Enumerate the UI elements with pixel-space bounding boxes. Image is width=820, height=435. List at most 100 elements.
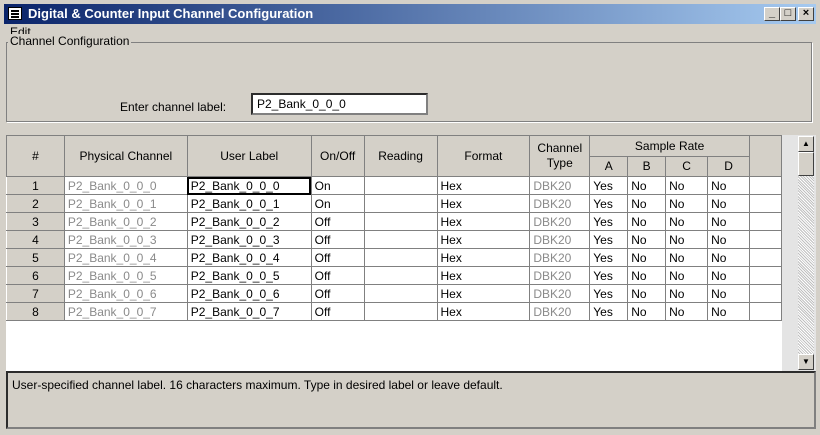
rate-c-cell[interactable]: No bbox=[665, 248, 709, 267]
rate-d-cell[interactable]: No bbox=[707, 248, 750, 267]
row-number: 2 bbox=[6, 194, 65, 213]
header-user-label[interactable]: User Label bbox=[186, 135, 312, 177]
rate-d-cell[interactable]: No bbox=[707, 302, 750, 321]
rate-d-cell[interactable]: No bbox=[707, 230, 750, 249]
reading-cell bbox=[363, 230, 438, 249]
row-number: 8 bbox=[6, 302, 65, 321]
minimize-button[interactable]: _ bbox=[764, 7, 780, 21]
rate-b-cell[interactable]: No bbox=[627, 266, 667, 285]
format-cell[interactable]: Hex bbox=[436, 194, 531, 213]
rate-d-cell[interactable]: No bbox=[707, 194, 750, 213]
rate-a-cell[interactable]: Yes bbox=[589, 248, 629, 267]
channel-type-cell: DBK20 bbox=[529, 212, 591, 231]
user-label-cell[interactable]: P2_Bank_0_0_6 bbox=[186, 284, 312, 303]
maximize-button[interactable]: □ bbox=[780, 7, 796, 21]
rate-a-cell[interactable]: Yes bbox=[589, 284, 629, 303]
on-off-cell[interactable]: On bbox=[310, 176, 365, 195]
on-off-cell[interactable]: Off bbox=[310, 248, 365, 267]
rate-c-cell[interactable]: No bbox=[665, 194, 709, 213]
rate-c-cell[interactable]: No bbox=[665, 302, 709, 321]
header-rate-a[interactable]: A bbox=[589, 155, 629, 177]
rate-a-cell[interactable]: Yes bbox=[589, 194, 629, 213]
rate-c-cell[interactable]: No bbox=[665, 212, 709, 231]
channel-type-cell: DBK20 bbox=[529, 248, 591, 267]
table-row[interactable]: 4 P2_Bank_0_0_3 P2_Bank_0_0_3 Off Hex DBK20 Ye… bbox=[6, 230, 782, 249]
scroll-track[interactable] bbox=[798, 176, 814, 354]
format-cell[interactable]: Hex bbox=[436, 266, 531, 285]
header-physical-channel[interactable]: Physical Channel bbox=[63, 135, 188, 177]
header-rate-d[interactable]: D bbox=[707, 155, 750, 177]
channel-type-cell: DBK20 bbox=[529, 284, 591, 303]
rate-a-cell[interactable]: Yes bbox=[589, 176, 629, 195]
format-cell[interactable]: Hex bbox=[436, 176, 531, 195]
table-row[interactable]: 3 P2_Bank_0_0_2 P2_Bank_0_0_2 Off Hex DBK20 Ye… bbox=[6, 212, 782, 231]
user-label-cell[interactable]: P2_Bank_0_0_7 bbox=[186, 302, 312, 321]
rate-b-cell[interactable]: No bbox=[627, 248, 667, 267]
scroll-thumb[interactable] bbox=[798, 152, 814, 176]
format-cell[interactable]: Hex bbox=[436, 230, 531, 249]
header-rate-c[interactable]: C bbox=[665, 155, 709, 177]
on-off-cell[interactable]: Off bbox=[310, 266, 365, 285]
header-reading[interactable]: Reading bbox=[363, 135, 438, 177]
rate-d-cell[interactable]: No bbox=[707, 266, 750, 285]
table-row[interactable]: 1 P2_Bank_0_0_0 P2_Bank_0_0_0 On Hex DBK20 Yes… bbox=[6, 176, 782, 195]
on-off-cell[interactable]: Off bbox=[310, 230, 365, 249]
rate-c-cell[interactable]: No bbox=[665, 176, 709, 195]
rate-a-cell[interactable]: Yes bbox=[589, 302, 629, 321]
format-cell[interactable]: Hex bbox=[436, 212, 531, 231]
format-cell[interactable]: Hex bbox=[436, 248, 531, 267]
on-off-cell[interactable]: On bbox=[310, 194, 365, 213]
rate-b-cell[interactable]: No bbox=[627, 284, 667, 303]
reading-cell bbox=[363, 212, 438, 231]
window-title: Digital & Counter Input Channel Configur… bbox=[28, 6, 314, 21]
rate-d-cell[interactable]: No bbox=[707, 176, 750, 195]
user-label-cell[interactable]: P2_Bank_0_0_4 bbox=[186, 248, 312, 267]
reading-cell bbox=[363, 176, 438, 195]
table-row[interactable]: 2 P2_Bank_0_0_1 P2_Bank_0_0_1 On Hex DBK20 Yes… bbox=[6, 194, 782, 213]
user-label-cell[interactable]: P2_Bank_0_0_5 bbox=[186, 266, 312, 285]
rate-c-cell[interactable]: No bbox=[665, 266, 709, 285]
scroll-down-icon[interactable]: ▼ bbox=[798, 354, 814, 370]
scroll-up-icon[interactable]: ▲ bbox=[798, 136, 814, 152]
header-rate-b[interactable]: B bbox=[627, 155, 667, 177]
rate-d-cell[interactable]: No bbox=[707, 284, 750, 303]
user-label-cell[interactable]: P2_Bank_0_0_1 bbox=[186, 194, 312, 213]
rate-d-cell[interactable]: No bbox=[707, 212, 750, 231]
user-label-cell[interactable]: P2_Bank_0_0_2 bbox=[186, 212, 312, 231]
on-off-cell[interactable]: Off bbox=[310, 302, 365, 321]
title-bar[interactable]: Digital & Counter Input Channel Configur… bbox=[4, 4, 816, 24]
header-number: # bbox=[6, 135, 65, 177]
app-icon[interactable] bbox=[8, 7, 22, 20]
physical-channel-cell: P2_Bank_0_0_7 bbox=[63, 302, 188, 321]
physical-channel-cell: P2_Bank_0_0_0 bbox=[63, 176, 188, 195]
rate-b-cell[interactable]: No bbox=[627, 176, 667, 195]
format-cell[interactable]: Hex bbox=[436, 302, 531, 321]
close-button[interactable]: × bbox=[798, 7, 814, 21]
vertical-scrollbar[interactable]: ▲ ▼ bbox=[782, 135, 816, 371]
rate-a-cell[interactable]: Yes bbox=[589, 266, 629, 285]
rate-b-cell[interactable]: No bbox=[627, 212, 667, 231]
table-row[interactable]: 8 P2_Bank_0_0_7 P2_Bank_0_0_7 Off Hex DBK20 Ye… bbox=[6, 302, 782, 321]
channel-label-input[interactable]: P2_Bank_0_0_0 bbox=[251, 93, 428, 115]
rate-b-cell[interactable]: No bbox=[627, 194, 667, 213]
header-channel-type[interactable]: Channel Type bbox=[529, 135, 591, 177]
on-off-cell[interactable]: Off bbox=[310, 284, 365, 303]
user-label-cell[interactable]: P2_Bank_0_0_0 bbox=[186, 176, 312, 195]
table-row[interactable]: 5 P2_Bank_0_0_4 P2_Bank_0_0_4 Off Hex DBK20 Ye… bbox=[6, 248, 782, 267]
rate-b-cell[interactable]: No bbox=[627, 230, 667, 249]
on-off-cell[interactable]: Off bbox=[310, 212, 365, 231]
row-number: 6 bbox=[6, 266, 65, 285]
rate-c-cell[interactable]: No bbox=[665, 284, 709, 303]
table-row[interactable]: 6 P2_Bank_0_0_5 P2_Bank_0_0_5 Off Hex DBK20 Ye… bbox=[6, 266, 782, 285]
physical-channel-cell: P2_Bank_0_0_2 bbox=[63, 212, 188, 231]
header-format[interactable]: Format bbox=[436, 135, 531, 177]
rate-a-cell[interactable]: Yes bbox=[589, 230, 629, 249]
user-label-cell[interactable]: P2_Bank_0_0_3 bbox=[186, 230, 312, 249]
rate-a-cell[interactable]: Yes bbox=[589, 212, 629, 231]
format-cell[interactable]: Hex bbox=[436, 284, 531, 303]
rate-b-cell[interactable]: No bbox=[627, 302, 667, 321]
rate-c-cell[interactable]: No bbox=[665, 230, 709, 249]
row-spacer bbox=[748, 230, 782, 249]
table-row[interactable]: 7 P2_Bank_0_0_6 P2_Bank_0_0_6 Off Hex DBK20 Ye… bbox=[6, 284, 782, 303]
header-on-off[interactable]: On/Off bbox=[310, 135, 365, 177]
